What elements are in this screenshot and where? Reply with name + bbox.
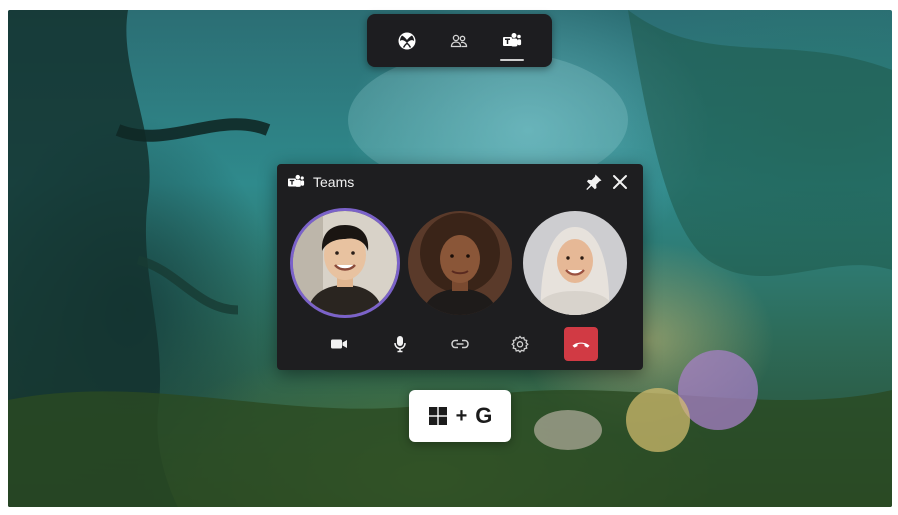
teams-button[interactable] xyxy=(494,23,530,61)
camera-button[interactable] xyxy=(322,327,356,361)
microphone-icon xyxy=(393,336,406,353)
teams-title: Teams xyxy=(313,174,355,190)
close-icon xyxy=(613,175,627,189)
close-button[interactable] xyxy=(607,169,633,195)
phone-hangup-icon xyxy=(572,342,590,348)
teams-icon xyxy=(502,32,521,46)
xbox-icon xyxy=(398,32,416,49)
participant-photo xyxy=(523,211,627,315)
participants xyxy=(287,208,633,318)
participant-avatar-3[interactable] xyxy=(523,211,627,315)
teams-logo-icon xyxy=(288,174,305,187)
camera-icon xyxy=(331,339,348,349)
pin-icon xyxy=(586,174,602,190)
game-bar xyxy=(367,14,552,67)
settings-button[interactable] xyxy=(503,327,537,361)
teams-header: Teams xyxy=(277,164,643,200)
xbox-button[interactable] xyxy=(389,23,425,59)
call-controls xyxy=(277,326,643,362)
shortcut-key: G xyxy=(475,403,493,428)
participant-photo xyxy=(408,211,512,315)
social-button[interactable] xyxy=(441,23,477,59)
teams-widget: Teams xyxy=(277,164,643,370)
people-icon xyxy=(451,34,468,47)
participant-avatar-2[interactable] xyxy=(408,211,512,315)
participant-photo xyxy=(293,211,397,315)
share-icon xyxy=(451,339,469,349)
pin-button[interactable] xyxy=(581,169,607,195)
shortcut-hint: + G xyxy=(409,390,511,442)
windows-logo-icon xyxy=(428,407,447,425)
hang-up-button[interactable] xyxy=(563,327,598,361)
shortcut-plus: + xyxy=(455,404,468,427)
gear-icon xyxy=(511,335,530,353)
share-button[interactable] xyxy=(443,327,477,361)
microphone-button[interactable] xyxy=(383,327,417,361)
participant-avatar-1[interactable] xyxy=(293,211,397,315)
